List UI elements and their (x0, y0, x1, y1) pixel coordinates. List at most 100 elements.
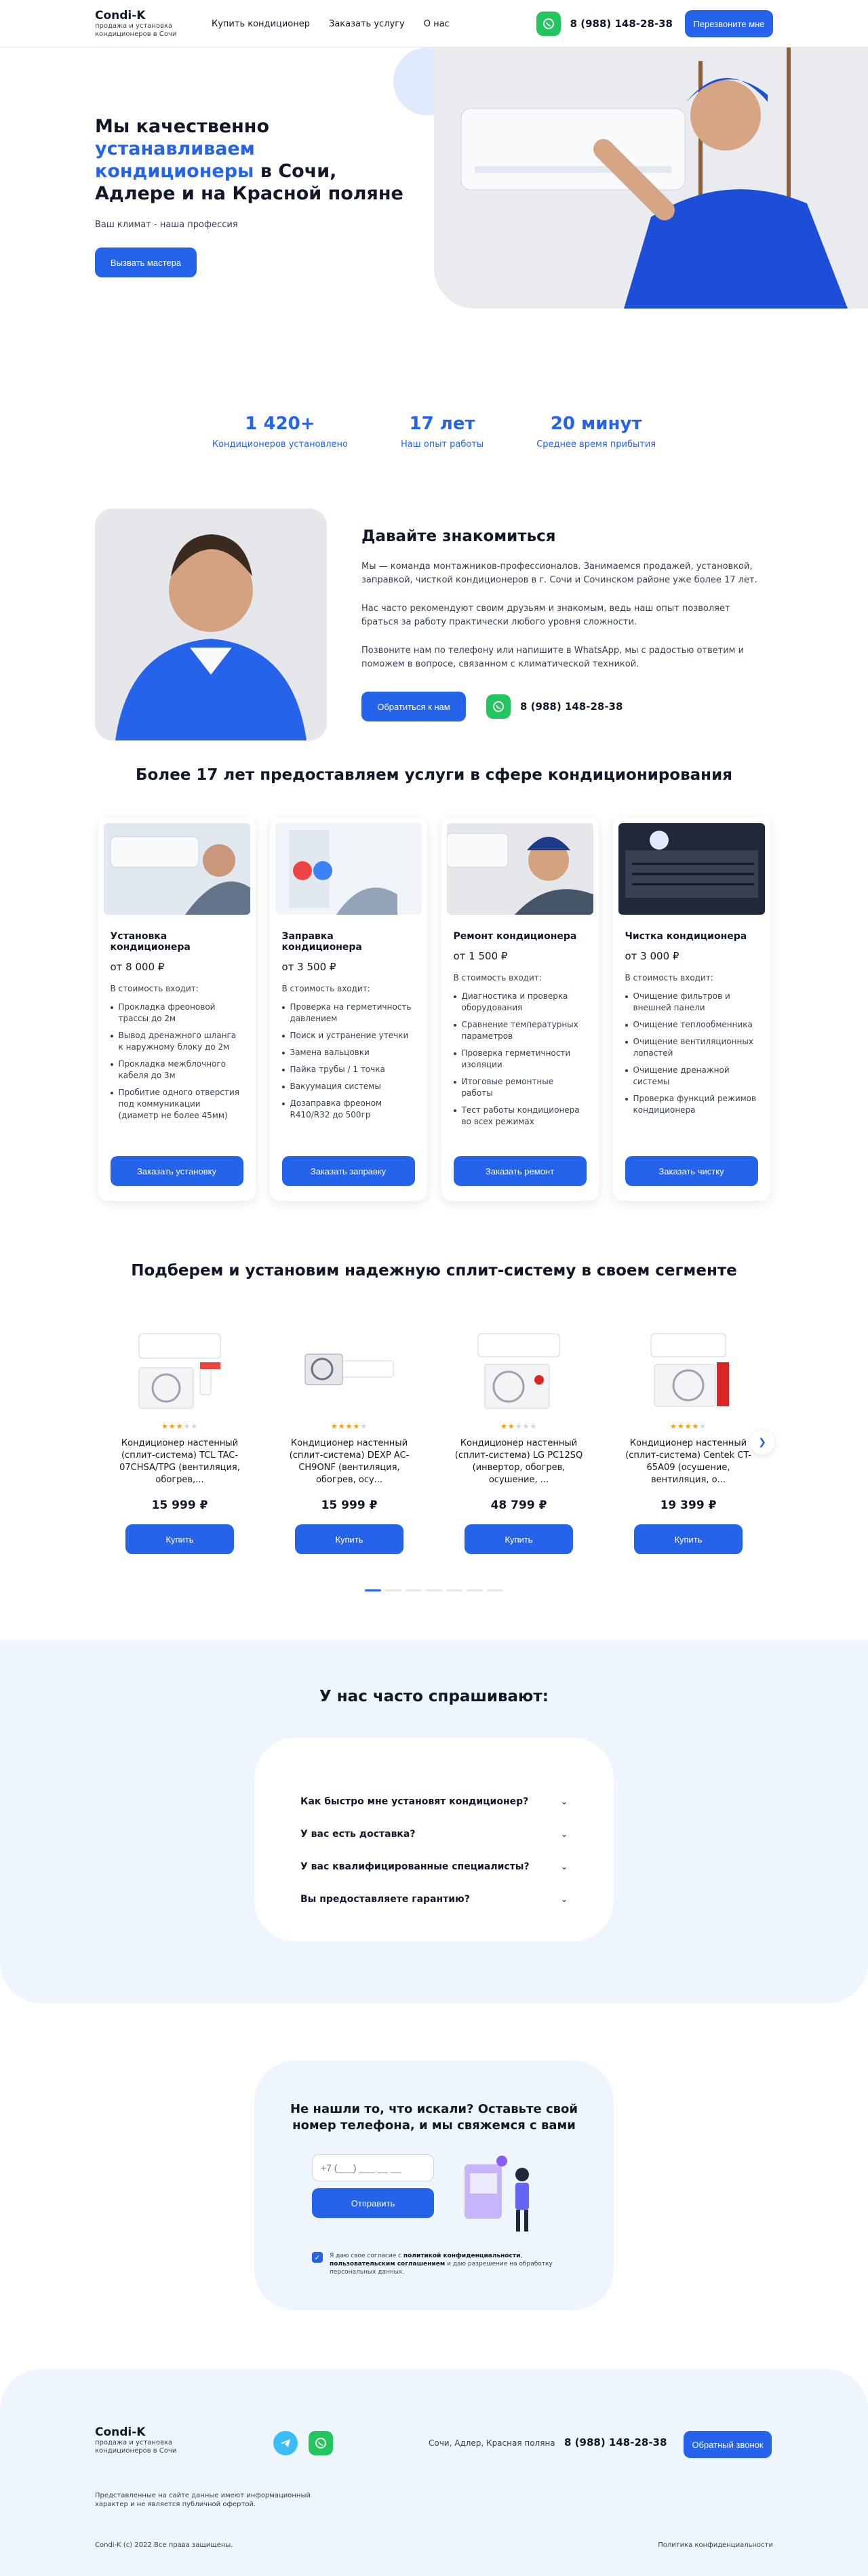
service-price: от 1 500 ₽ (453, 950, 508, 962)
service-features: Диагностика и проверка оборудования Срав… (453, 991, 587, 1128)
service-card-installation: Установка кондиционера от 8 000 ₽ В стои… (98, 818, 256, 1201)
logo[interactable]: Condi-K продажа и установка кондиционеро… (95, 9, 183, 39)
pagination-dot[interactable] (406, 1589, 422, 1591)
rating-stars: ★★★★★ (278, 1422, 420, 1431)
faq-item[interactable]: Как быстро мне установят кондиционер? ⌄ (300, 1785, 568, 1818)
faq-item[interactable]: У вас квалифицированные специалисты? ⌄ (300, 1850, 568, 1883)
star-icon: ★ (500, 1422, 508, 1431)
service-cards: Установка кондиционера от 8 000 ₽ В стои… (0, 818, 868, 1201)
list-item: Вакуумация системы (281, 1081, 415, 1092)
services-title: Более 17 лет предоставляем услуги в сфер… (136, 766, 732, 784)
service-image-cleaning (618, 823, 765, 915)
buy-button[interactable]: Купить (634, 1524, 743, 1554)
call-master-button[interactable]: Вызвать мастера (95, 247, 197, 277)
product-image[interactable] (448, 1320, 590, 1422)
products-title: Подберем и установим надежную сплит-сист… (131, 1262, 737, 1280)
whatsapp-icon[interactable] (486, 694, 511, 719)
list-item: Проверка на герметичность давлением (281, 1002, 415, 1025)
pagination-dot[interactable] (365, 1589, 381, 1591)
nav-order-service[interactable]: Заказать услугу (329, 19, 405, 29)
order-installation-button[interactable]: Заказать установку (110, 1156, 243, 1186)
privacy-policy-link[interactable]: Политика конфиденциальности (658, 2541, 773, 2549)
send-button[interactable]: Отправить (312, 2188, 434, 2218)
callback-button[interactable]: Перезвоните мне (685, 10, 773, 37)
faq-item[interactable]: Вы предоставляете гарантию? ⌄ (300, 1883, 568, 1916)
rating-stars: ★★★★★ (108, 1422, 251, 1431)
hero-image-technician (434, 47, 868, 309)
privacy-policy-link[interactable]: политикой конфиденциальности (403, 2253, 520, 2259)
included-label: В стоимость входит: (453, 973, 542, 983)
list-item: Тест работы кондиционера во всех режимах (453, 1105, 587, 1128)
order-cleaning-button[interactable]: Заказать чистку (625, 1156, 758, 1186)
product-name[interactable]: Кондиционер настенный (сплит-система) Ce… (617, 1438, 760, 1486)
product-name[interactable]: Кондиционер настенный (сплит-система) DE… (278, 1438, 420, 1486)
footer-logo[interactable]: Condi-K продажа и установка кондиционеро… (95, 2425, 183, 2455)
faq-title: У нас часто спрашивают: (319, 1688, 549, 1705)
service-price: от 8 000 ₽ (110, 961, 165, 973)
star-icon: ★ (669, 1422, 677, 1431)
order-repair-button[interactable]: Заказать ремонт (453, 1156, 587, 1186)
included-label: В стоимость входит: (110, 984, 199, 993)
product-carousel: ★★★★★ Кондиционер настенный (сплит-систе… (0, 1320, 868, 1554)
consent-text: Я даю свое согласие с политикой конфиден… (330, 2253, 553, 2276)
chevron-down-icon: ⌄ (560, 1895, 568, 1904)
star-icon: ★ (161, 1422, 169, 1431)
buy-button[interactable]: Купить (465, 1524, 573, 1554)
product-card: ★★★★★ Кондиционер настенный (сплит-систе… (108, 1320, 251, 1554)
logo-name: Condi-K (95, 9, 146, 22)
pagination-dot[interactable] (487, 1589, 503, 1591)
chevron-right-icon[interactable]: ❯ (750, 1430, 774, 1454)
stat-installed: 1 420+ Кондиционеров установлено (212, 414, 348, 450)
about-phone[interactable]: 8 (988) 148-28-38 (520, 700, 623, 713)
footer-disclaimer: Представленные на сайте данные имеют инф… (95, 2492, 311, 2508)
star-icon: ★ (684, 1422, 692, 1431)
product-name[interactable]: Кондиционер настенный (сплит-система) LG… (448, 1438, 590, 1486)
faq-item[interactable]: У вас есть доставка? ⌄ (300, 1818, 568, 1850)
star-icon: ★ (522, 1422, 530, 1431)
about-section: Давайте знакомиться Мы — команда монтажн… (0, 481, 868, 766)
order-refill-button[interactable]: Заказать заправку (281, 1156, 415, 1186)
product-card: ★★★★★ Кондиционер настенный (сплит-систе… (278, 1320, 420, 1554)
nav-about[interactable]: О нас (424, 19, 450, 29)
list-item: Проверка функций режимов кондиционера (625, 1093, 758, 1116)
phone-input[interactable] (312, 2154, 434, 2181)
user-agreement-link[interactable]: пользовательским соглашением (330, 2261, 445, 2267)
product-name[interactable]: Кондиционер настенный (сплит-система) TC… (108, 1438, 251, 1486)
hero-text: Мы качественно устанавливаем кондиционер… (95, 115, 414, 277)
faq-section: У нас часто спрашивают: Как быстро мне у… (0, 1640, 868, 2003)
checkbox-checked-icon[interactable]: ✓ (312, 2252, 323, 2263)
header-phone[interactable]: 8 (988) 148-28-38 (570, 18, 673, 30)
pagination-dot[interactable] (426, 1589, 442, 1591)
service-price: от 3 000 ₽ (625, 950, 679, 962)
service-image-refill (275, 823, 422, 915)
service-features: Очищение фильтров и внешней панели Очище… (625, 991, 758, 1116)
product-price: 19 399 ₽ (660, 1499, 717, 1512)
pagination-dot[interactable] (385, 1589, 401, 1591)
star-icon: ★ (330, 1422, 338, 1431)
list-item: Поиск и устранение утечки (281, 1030, 415, 1042)
buy-button[interactable]: Купить (125, 1524, 234, 1554)
list-item: Дозаправка фреоном R410/R32 до 500гр (281, 1098, 415, 1121)
product-price: 15 999 ₽ (321, 1499, 378, 1512)
telegram-icon[interactable] (273, 2431, 298, 2455)
contact-us-button[interactable]: Обратиться к нам (361, 692, 466, 721)
pagination-dot[interactable] (467, 1589, 483, 1591)
service-features: Проверка на герметичность давлением Поис… (281, 1002, 415, 1121)
footer-callback-button[interactable]: Обратный звонок (684, 2431, 772, 2458)
whatsapp-icon[interactable] (536, 12, 561, 36)
nav-buy[interactable]: Купить кондиционер (212, 19, 310, 29)
star-icon: ★ (360, 1422, 368, 1431)
pagination-dot[interactable] (446, 1589, 462, 1591)
buy-button[interactable]: Купить (295, 1524, 403, 1554)
service-card-repair: Ремонт кондиционера от 1 500 ₽ В стоимос… (441, 818, 599, 1201)
consent-row: ✓ Я даю свое согласие с политикой конфид… (312, 2252, 587, 2276)
footer-phone[interactable]: 8 (988) 148-28-38 (564, 2436, 667, 2449)
list-item: Очищение дренажной системы (625, 1065, 758, 1088)
site-footer: Condi-K продажа и установка кондиционеро… (0, 2369, 868, 2576)
product-image[interactable] (617, 1320, 760, 1422)
product-image[interactable] (278, 1320, 420, 1422)
whatsapp-icon[interactable] (309, 2431, 333, 2455)
services-section: Более 17 лет предоставляем услуги в сфер… (0, 766, 868, 1201)
service-card-cleaning: Чистка кондиционера от 3 000 ₽ В стоимос… (612, 818, 770, 1201)
product-image[interactable] (108, 1320, 251, 1422)
